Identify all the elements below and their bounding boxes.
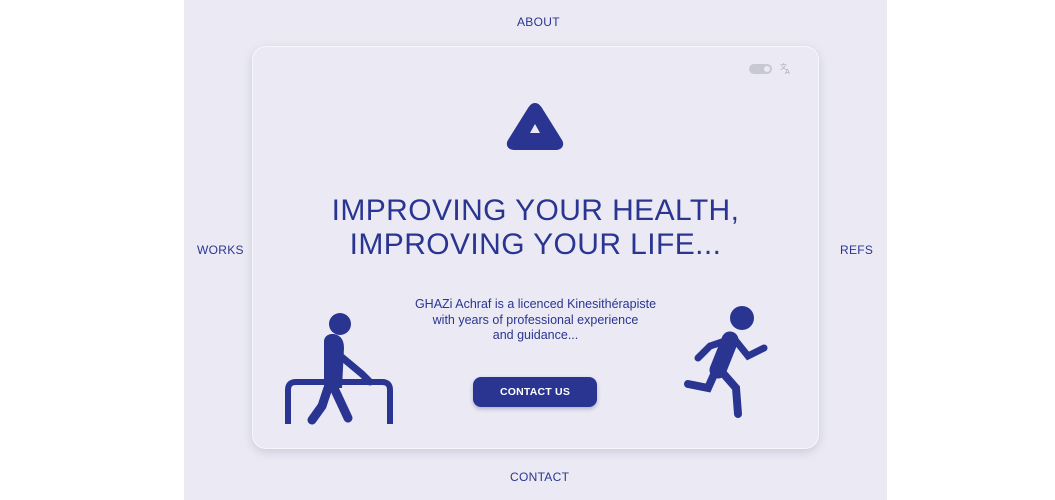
- running-figure: [684, 306, 768, 418]
- contact-us-button[interactable]: CONTACT US: [473, 377, 597, 407]
- nav-works-link[interactable]: WORKS: [197, 243, 244, 257]
- nav-contact-link[interactable]: CONTACT: [510, 470, 569, 484]
- toggle-knob: [764, 66, 770, 72]
- page-background: ABOUT WORKS REFS CONTACT 文 A IMPROVING Y…: [184, 0, 887, 500]
- nav-about-link[interactable]: ABOUT: [517, 15, 560, 29]
- theme-toggle[interactable]: [749, 64, 772, 74]
- nav-refs-link[interactable]: REFS: [840, 243, 873, 257]
- headline-line-1: IMPROVING YOUR HEALTH,: [331, 194, 740, 227]
- headline-line-2: IMPROVING YOUR LIFE...: [349, 228, 722, 261]
- rehab-parallel-bars-figure: [285, 313, 393, 425]
- hero-card: 文 A IMPROVING YOUR HEALTH, IMPROVING YOU…: [252, 46, 819, 449]
- translate-icon[interactable]: 文 A: [780, 62, 792, 74]
- svg-text:A: A: [785, 68, 790, 74]
- triangle-logo-icon: [506, 103, 564, 150]
- hero-headline: IMPROVING YOUR HEALTH, IMPROVING YOUR LI…: [252, 194, 819, 262]
